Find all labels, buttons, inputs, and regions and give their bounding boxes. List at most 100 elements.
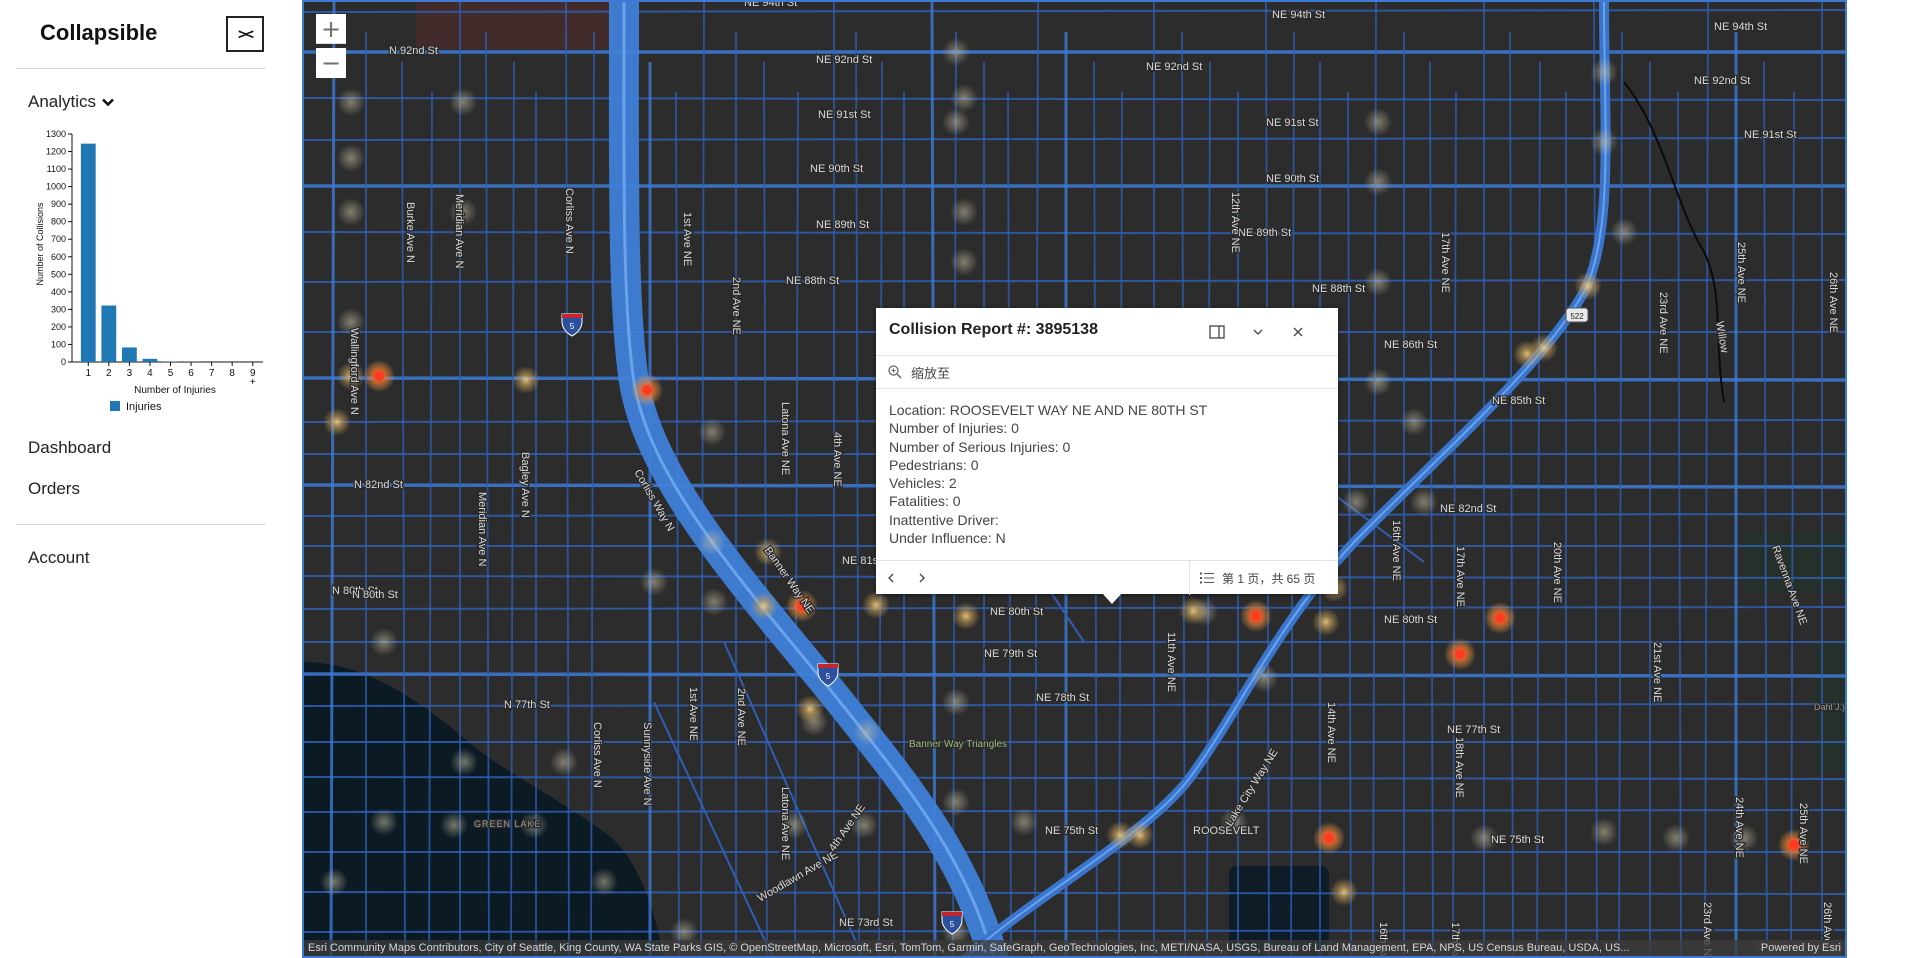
y-tick-label: 300 — [51, 304, 66, 314]
heat-point — [449, 88, 477, 116]
heat-point — [853, 718, 881, 746]
street-label: 1st Ave NE — [681, 212, 693, 266]
y-tick-label: 1300 — [46, 129, 66, 139]
heat-point — [796, 695, 824, 723]
svg-text:5: 5 — [950, 920, 955, 929]
y-tick-label: 700 — [51, 234, 66, 244]
zoom-in-button[interactable]: + — [316, 14, 346, 44]
heat-point — [440, 811, 468, 839]
heat-point — [337, 144, 365, 172]
street-label: NE 73rd St — [839, 917, 893, 929]
bar — [143, 359, 158, 362]
street-label: NE 82nd St — [1440, 503, 1496, 515]
heat-point — [640, 568, 668, 596]
y-tick-label: 900 — [51, 199, 66, 209]
y-tick-label: 400 — [51, 287, 66, 297]
close-icon[interactable] — [1287, 321, 1309, 343]
collapse-sidebar-button[interactable]: >< — [226, 16, 264, 52]
place-label: Dahl J.) Pl — [1814, 702, 1847, 712]
zoom-out-button[interactable]: − — [316, 48, 346, 78]
street-label: NE 90th St — [1266, 173, 1319, 185]
dock-icon[interactable] — [1206, 321, 1228, 343]
bars-group — [81, 144, 199, 362]
zoom-to-action[interactable]: 缩放至 — [876, 355, 1338, 389]
street-label: NE 91st St — [818, 109, 871, 121]
street-label: Latona Ave NE — [779, 402, 791, 475]
heat-point — [1312, 608, 1340, 636]
heat-point — [1610, 218, 1638, 246]
street-label: 2nd Ave NE — [735, 688, 747, 746]
place-label: Banner Way Triangles — [909, 739, 1007, 750]
popup-title: Collision Report #: 3895138 — [889, 321, 1098, 339]
street-label: 1st Ave NE — [687, 687, 699, 741]
popup-line: Number of Serious Injuries: 0 — [889, 438, 1207, 456]
heat-point — [862, 591, 890, 619]
popup-line: Vehicles: 2 — [889, 474, 1207, 492]
street-label: NE 92nd St — [1694, 75, 1750, 87]
legend-label: Injuries — [126, 401, 162, 413]
map-attribution: Esri Community Maps Contributors, City o… — [304, 940, 1845, 956]
injuries-chart-svg: 0100200300400500600700800900100011001200… — [28, 124, 268, 424]
street-label: NE 92nd St — [816, 54, 872, 66]
street-label: NE 90th St — [810, 163, 863, 175]
nav-orders[interactable]: Orders — [28, 479, 80, 499]
x-tick-label: 6 — [188, 368, 194, 379]
heat-point — [370, 628, 398, 656]
street-label: Wallingford Ave N — [348, 328, 360, 415]
street-label: 16th Ave NE — [1390, 520, 1402, 581]
powered-by-esri-link[interactable]: Powered by Esri — [1755, 940, 1841, 956]
street-label: N 80th St — [352, 589, 398, 601]
street-label: 20th Ave NE — [1551, 542, 1563, 603]
x-tick-label: + — [250, 377, 256, 388]
street-label: NE 88th St — [786, 275, 839, 287]
nav-analytics[interactable]: Analytics — [28, 92, 114, 112]
heat-point — [950, 248, 978, 276]
popup-line: Location: ROOSEVELT WAY NE AND NE 80TH S… — [889, 401, 1207, 419]
y-axis-label: Number of Collisions — [35, 202, 45, 286]
heat-point — [337, 198, 365, 226]
heat-point-core — [1495, 613, 1505, 623]
street-label: NE 86th St — [1384, 339, 1437, 351]
svg-text:5: 5 — [570, 322, 575, 331]
heat-point — [550, 748, 578, 776]
street-label: Bagley Ave N — [519, 452, 531, 518]
sidebar: Collapsible >< Analytics 010020030040050… — [0, 0, 300, 953]
street-label: Latona Ave NE — [779, 787, 791, 860]
street-label: NE 91st St — [1266, 117, 1319, 129]
heat-point — [698, 528, 726, 556]
heat-point — [700, 588, 728, 616]
nav-dashboard[interactable]: Dashboard — [28, 438, 111, 458]
y-tick-label: 800 — [51, 217, 66, 227]
heat-point — [1342, 488, 1370, 516]
heat-point — [942, 688, 970, 716]
list-icon — [1200, 572, 1214, 584]
street-label: NE 77th St — [1447, 724, 1500, 736]
previous-icon[interactable] — [881, 568, 901, 588]
heat-point-core — [1324, 833, 1334, 843]
collapse-popup-icon[interactable] — [1247, 321, 1269, 343]
heat-point — [952, 602, 980, 630]
x-tick-label: 5 — [168, 368, 174, 379]
next-icon[interactable] — [912, 568, 932, 588]
street-label: 11th Ave NE — [1165, 632, 1177, 692]
nav-account[interactable]: Account — [28, 548, 89, 568]
feature-pager[interactable]: 第 1 页，共 65 页 — [1200, 561, 1315, 595]
popup-content: Location: ROOSEVELT WAY NE AND NE 80TH S… — [889, 401, 1207, 547]
heat-point-core — [1455, 649, 1465, 659]
heat-point — [942, 108, 970, 136]
street-label: 24th Ave NE — [1733, 797, 1745, 858]
street-label: 12th Ave NE — [1229, 192, 1241, 253]
attribution-text: Esri Community Maps Contributors, City o… — [308, 940, 1738, 956]
x-axis-label: Number of Injuries — [134, 385, 216, 396]
street-label: Sunnyside Ave N — [641, 722, 653, 806]
street-label: 4th Ave NE — [831, 432, 843, 487]
street-label: NE 80th St — [990, 606, 1043, 618]
park — [416, 2, 614, 49]
street-label: NE 78th St — [1036, 692, 1089, 704]
heat-point — [450, 748, 478, 776]
svg-text:5: 5 — [826, 672, 831, 681]
heat-point — [1364, 368, 1392, 396]
street-label: N 77th St — [504, 699, 550, 711]
heat-point — [1400, 408, 1428, 436]
street-label: NE 94th St — [1272, 9, 1325, 21]
